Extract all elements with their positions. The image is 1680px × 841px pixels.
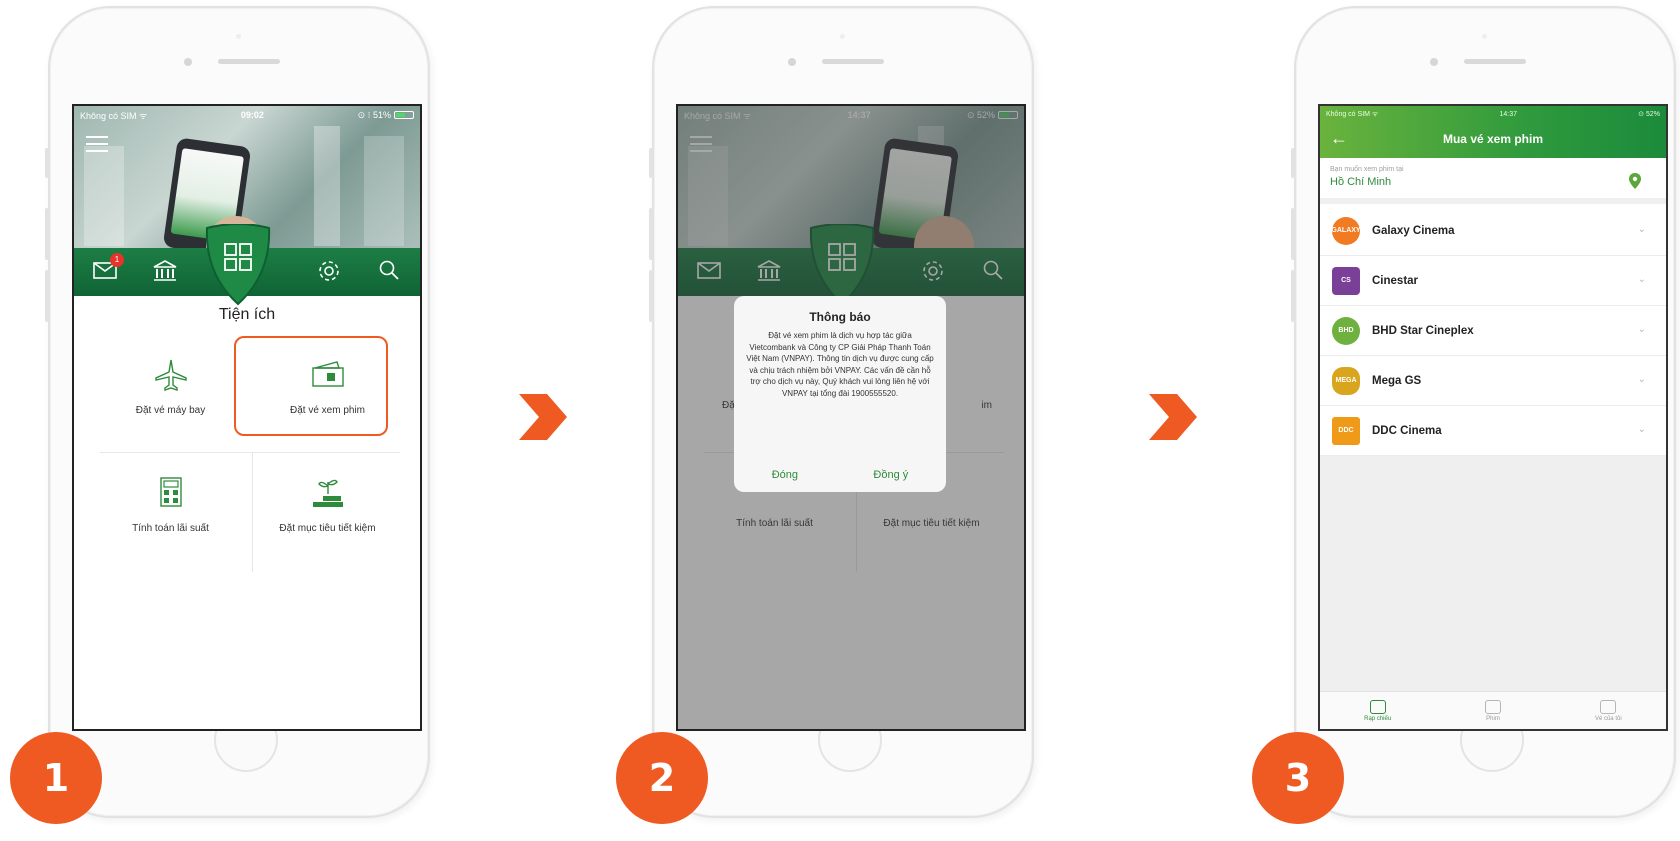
chevron-down-icon: ⌄ xyxy=(1637,324,1646,335)
chevron-down-icon: ⌄ xyxy=(1637,274,1646,285)
section-title: Tiện ích xyxy=(218,306,276,323)
tab-cinemas[interactable]: Rạp chiếu xyxy=(1338,699,1418,722)
cinestar-logo-icon: CS xyxy=(1332,266,1360,295)
screen-cinema-list: Không có SIM ᯤ 14:37 ⊙ 52% ← Mua vé xem … xyxy=(1318,104,1668,731)
savings-goal-item[interactable]: Đặt mục tiêu tiết kiệm xyxy=(249,456,406,568)
ddc-logo-icon: DDC xyxy=(1332,416,1360,445)
next-arrow-icon xyxy=(1149,394,1197,440)
battery-status: ⊙ 52% xyxy=(1638,111,1660,118)
status-time: 14:37 xyxy=(1499,110,1517,118)
highlight-box xyxy=(234,336,388,436)
tab-my-tickets[interactable]: Vé của tôi xyxy=(1568,699,1648,722)
chevron-down-icon: ⌄ xyxy=(1637,424,1646,435)
step-badge-2: 2 xyxy=(616,732,708,824)
mail-icon[interactable]: 1 xyxy=(92,253,124,285)
step-badge-1: 1 xyxy=(10,732,102,824)
bank-icon[interactable] xyxy=(152,259,178,285)
status-bar: Không có SIM ᯤ 14:37 ⊙ 52% xyxy=(1320,106,1666,122)
tab-movies[interactable]: Phim xyxy=(1453,699,1533,722)
phone-frame-2: Không có SIM ᯤ 14:37 ⊙ 52% Tiện ích xyxy=(616,6,1034,824)
phone-frame-3: Không có SIM ᯤ 14:37 ⊙ 52% ← Mua vé xem … xyxy=(1252,6,1676,824)
header-bar: Không có SIM ᯤ 14:37 ⊙ 52% ← Mua vé xem … xyxy=(1320,106,1666,158)
location-pin-icon[interactable] xyxy=(1628,172,1642,190)
carrier-text: Không có SIM ᯤ xyxy=(80,110,148,121)
tab-label: Phim xyxy=(1486,715,1500,722)
cinema-item-bhd[interactable]: BHD BHD Star Cineplex ⌄ xyxy=(1320,306,1666,356)
interest-calculator-label: Tính toán lãi suất xyxy=(132,523,209,534)
cinema-name: DDC Cinema xyxy=(1372,424,1442,437)
cinema-tab-icon xyxy=(1369,699,1386,714)
cinema-name: BHD Star Cineplex xyxy=(1372,324,1474,337)
cinema-name: Galaxy Cinema xyxy=(1372,224,1455,237)
notification-badge: 1 xyxy=(110,253,124,267)
airplane-icon xyxy=(154,359,187,391)
ticket-tab-icon xyxy=(1600,699,1617,714)
carrier-text: Không có SIM ᯤ xyxy=(1326,110,1379,118)
cinema-item-galaxy[interactable]: GALAXY Galaxy Cinema ⌄ xyxy=(1320,206,1666,256)
selected-city: Hồ Chí Minh xyxy=(1330,176,1392,188)
notice-dialog: Thông báo Đặt vé xem phim là dịch vụ hợp… xyxy=(734,296,946,492)
calculator-icon xyxy=(159,477,182,507)
flight-booking-item[interactable]: Đặt vé máy bay xyxy=(92,338,249,450)
location-hint: Bạn muốn xem phim tại xyxy=(1330,166,1404,173)
back-arrow-icon[interactable]: ← xyxy=(1330,128,1348,149)
savings-goal-label: Đặt mục tiêu tiết kiệm xyxy=(279,523,376,534)
battery-icon xyxy=(393,111,414,120)
location-selector[interactable]: Bạn muốn xem phim tại Hồ Chí Minh xyxy=(1320,158,1666,204)
page-title: Mua vé xem phim xyxy=(1442,132,1544,146)
utilities-shield-icon[interactable] xyxy=(203,224,273,306)
chevron-down-icon: ⌄ xyxy=(1637,224,1646,235)
status-time: 09:02 xyxy=(240,110,264,120)
interest-calculator-item[interactable]: Tính toán lãi suất xyxy=(92,456,249,568)
tab-bar: Rạp chiếu Phim Vé của tôi xyxy=(1320,691,1666,729)
cinema-name: Mega GS xyxy=(1372,374,1422,387)
dialog-body: Đặt vé xem phim là dịch vụ hợp tác giữa … xyxy=(746,331,934,398)
search-icon[interactable] xyxy=(376,259,402,285)
cinema-name: Cinestar xyxy=(1372,274,1419,287)
tab-label: Vé của tôi xyxy=(1594,715,1622,722)
close-button[interactable]: Đóng xyxy=(772,469,798,481)
cinema-list: GALAXY Galaxy Cinema ⌄ CS Cinestar ⌄ BHD… xyxy=(1320,206,1666,456)
battery-status: ⊙ ⁝ 51% xyxy=(358,110,414,121)
agree-button[interactable]: Đồng ý xyxy=(873,469,908,481)
cinema-item-cinestar[interactable]: CS Cinestar ⌄ xyxy=(1320,256,1666,306)
screen-utilities: Không có SIM ᯤ 09:02 ⊙ ⁝ 51% 1 Tiện ích … xyxy=(72,104,422,731)
hamburger-menu-icon[interactable] xyxy=(86,136,108,152)
settings-gear-icon[interactable] xyxy=(316,259,342,285)
film-tab-icon xyxy=(1484,699,1501,714)
cinema-item-megags[interactable]: MEGA Mega GS ⌄ xyxy=(1320,356,1666,406)
step-badge-3: 3 xyxy=(1252,732,1344,824)
tab-label: Rạp chiếu xyxy=(1364,715,1392,722)
next-arrow-icon xyxy=(519,394,567,440)
phone-frame-1: Không có SIM ᯤ 09:02 ⊙ ⁝ 51% 1 Tiện ích … xyxy=(10,6,430,824)
dialog-title: Thông báo xyxy=(809,310,871,324)
bhd-logo-icon: BHD xyxy=(1332,316,1360,345)
status-bar: Không có SIM ᯤ 09:02 ⊙ ⁝ 51% xyxy=(74,106,420,124)
galaxy-logo-icon: GALAXY xyxy=(1331,216,1361,245)
megags-logo-icon: MEGA xyxy=(1332,366,1360,395)
empty-area xyxy=(1320,456,1666,691)
cinema-item-ddc[interactable]: DDC DDC Cinema ⌄ xyxy=(1320,406,1666,456)
flight-booking-label: Đặt vé máy bay xyxy=(135,405,206,416)
savings-goal-icon xyxy=(312,479,343,507)
screen-notice-dialog: Không có SIM ᯤ 14:37 ⊙ 52% Tiện ích xyxy=(676,104,1026,731)
tutorial-stage: Không có SIM ᯤ 09:02 ⊙ ⁝ 51% 1 Tiện ích … xyxy=(0,0,1680,841)
chevron-down-icon: ⌄ xyxy=(1637,374,1646,385)
